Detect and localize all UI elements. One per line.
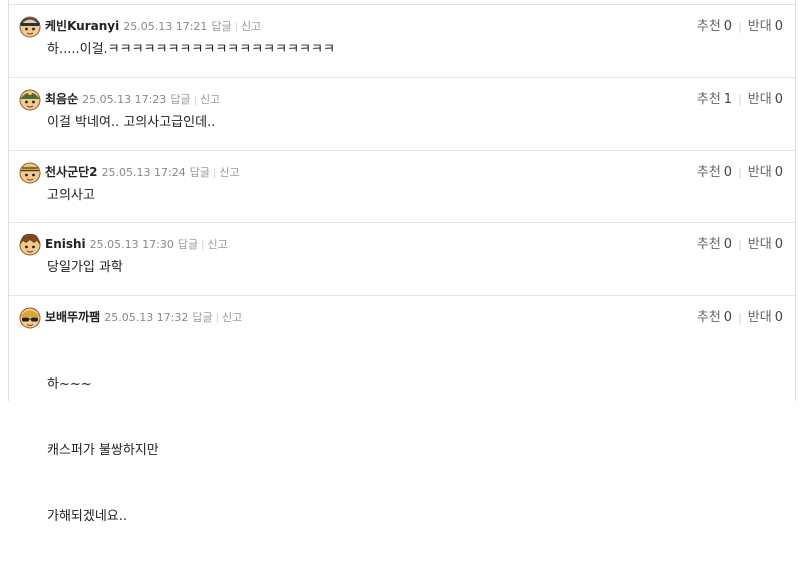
comment-meta: 천사군단2 25.05.13 17:24 답글 | 신고 <box>45 164 240 180</box>
vote-separator: | <box>738 238 742 251</box>
recommend-count: 0 <box>723 165 733 180</box>
comment-body: 이걸 박네여.. 고의사고급인데.. <box>47 112 215 134</box>
recommend-button[interactable]: 추천 0 <box>697 237 732 252</box>
reply-link[interactable]: 답글 <box>170 93 190 106</box>
recommend-label: 추천 <box>696 165 721 180</box>
vote-box: 추천 1 | 반대 0 <box>697 92 783 108</box>
vote-separator: | <box>738 93 742 106</box>
oppose-label: 반대 <box>747 165 772 180</box>
oppose-count: 0 <box>774 92 783 107</box>
oppose-count: 0 <box>774 165 783 180</box>
report-link[interactable]: 신고 <box>207 238 227 251</box>
meta-separator: | <box>193 95 197 106</box>
oppose-button[interactable]: 반대 0 <box>748 92 783 107</box>
recommend-label: 추천 <box>696 92 721 107</box>
comment-item: 최음순 25.05.13 17:23 답글 | 신고 추천 1 | 반대 0 이걸 박네여.. … <box>9 78 795 151</box>
recommend-count: 1 <box>723 92 733 107</box>
comment-meta: 최음순 25.05.13 17:23 답글 | 신고 <box>45 91 220 107</box>
comment-meta: 케빈Kuranyi 25.05.13 17:21 답글 | 신고 <box>45 18 261 34</box>
recommend-label: 추천 <box>696 237 721 252</box>
comment-nickname[interactable]: 보배뚜까팸 <box>45 310 100 324</box>
comment-time: 25.05.13 17:24 <box>101 166 186 179</box>
oppose-count: 0 <box>774 19 783 34</box>
meta-separator: | <box>212 168 217 179</box>
comment-line: 이걸 박네여.. 고의사고급인데.. <box>47 115 216 130</box>
reply-link[interactable]: 답글 <box>192 311 212 324</box>
comment-item: 케빈Kuranyi 25.05.13 17:21 답글 | 신고 추천 0 | 반대 0 하..… <box>9 5 795 78</box>
report-link[interactable]: 신고 <box>219 166 239 179</box>
striped-hat-avatar-icon[interactable] <box>18 160 42 184</box>
comment-body: 고의사고 <box>47 185 95 207</box>
green-cap-avatar-icon[interactable] <box>18 87 42 111</box>
comment-nickname[interactable]: 천사군단2 <box>45 165 98 179</box>
meta-separator: | <box>215 313 220 324</box>
comment-body: 하~~~ 캐스퍼가 불쌍하지만 가해되겠네요.. <box>47 330 159 572</box>
vote-separator: | <box>738 166 742 179</box>
comment-item: 보배뚜까팸 25.05.13 17:32 답글 | 신고 추천 0 | 반대 0 하~~~ 캐스… <box>9 296 795 524</box>
comment-meta: Enishi 25.05.13 17:30 답글 | 신고 <box>45 236 228 252</box>
vote-box: 추천 0 | 반대 0 <box>697 310 783 326</box>
comment-time: 25.05.13 17:21 <box>123 20 208 33</box>
comment-line: 가해되겠네요.. <box>47 509 128 524</box>
report-link[interactable]: 신고 <box>200 93 220 106</box>
recommend-button[interactable]: 추천 0 <box>697 165 732 180</box>
comment-line: 당일가입 과학 <box>47 260 123 275</box>
vote-box: 추천 0 | 반대 0 <box>697 165 783 181</box>
recommend-count: 0 <box>723 237 733 252</box>
comment-line: 고의사고 <box>47 188 95 203</box>
oppose-button[interactable]: 반대 0 <box>748 237 783 252</box>
comment-line: 하.....이걸.ㅋㅋㅋㅋㅋㅋㅋㅋㅋㅋㅋㅋㅋㅋㅋㅋㅋㅋㅋ <box>47 42 335 57</box>
recommend-button[interactable]: 추천 0 <box>697 310 732 325</box>
report-link[interactable]: 신고 <box>241 20 261 33</box>
comment-body: 하.....이걸.ㅋㅋㅋㅋㅋㅋㅋㅋㅋㅋㅋㅋㅋㅋㅋㅋㅋㅋㅋ <box>47 39 335 61</box>
reply-link[interactable]: 답글 <box>211 20 231 33</box>
vote-separator: | <box>738 20 742 33</box>
helmet-avatar-icon[interactable] <box>18 14 42 38</box>
oppose-label: 반대 <box>747 19 772 34</box>
meta-separator: | <box>234 22 239 33</box>
oppose-label: 반대 <box>747 92 772 107</box>
recommend-button[interactable]: 추천 1 <box>697 92 732 107</box>
meta-separator: | <box>201 240 205 251</box>
oppose-count: 0 <box>774 237 783 252</box>
comment-item: Enishi 25.05.13 17:30 답글 | 신고 추천 0 | 반대 0 당일가입 과… <box>9 223 795 296</box>
recommend-label: 추천 <box>696 19 721 34</box>
recommend-count: 0 <box>723 19 733 34</box>
comment-time: 25.05.13 17:30 <box>89 238 174 251</box>
comment-nickname[interactable]: 최음순 <box>45 92 78 106</box>
oppose-label: 반대 <box>747 237 772 252</box>
oppose-button[interactable]: 반대 0 <box>748 165 783 180</box>
sunglasses-avatar-icon[interactable] <box>18 305 42 329</box>
oppose-label: 반대 <box>747 310 772 325</box>
comment-nickname[interactable]: Enishi <box>45 237 86 251</box>
oppose-count: 0 <box>774 310 783 325</box>
comment-time: 25.05.13 17:23 <box>82 93 167 106</box>
reply-link[interactable]: 답글 <box>190 166 210 179</box>
comment-line: 캐스퍼가 불쌍하지만 <box>47 443 159 458</box>
oppose-button[interactable]: 반대 0 <box>748 19 783 34</box>
comment-line: 하~~~ <box>47 377 92 392</box>
report-link[interactable]: 신고 <box>222 311 242 324</box>
vote-box: 추천 0 | 반대 0 <box>697 237 783 253</box>
vote-separator: | <box>738 311 742 324</box>
reply-link[interactable]: 답글 <box>178 238 198 251</box>
oppose-button[interactable]: 반대 0 <box>748 310 783 325</box>
comment-nickname[interactable]: 케빈Kuranyi <box>45 19 119 33</box>
comment-body: 당일가입 과학 <box>47 257 123 279</box>
comment-item: 천사군단2 25.05.13 17:24 답글 | 신고 추천 0 | 반대 0 고의사고 <box>9 151 795 223</box>
recommend-count: 0 <box>723 310 733 325</box>
recommend-button[interactable]: 추천 0 <box>697 19 732 34</box>
comment-meta: 보배뚜까팸 25.05.13 17:32 답글 | 신고 <box>45 309 242 325</box>
recommend-label: 추천 <box>696 310 721 325</box>
comment-time: 25.05.13 17:32 <box>104 311 189 324</box>
vote-box: 추천 0 | 반대 0 <box>697 19 783 35</box>
brown-hair-avatar-icon[interactable] <box>18 232 42 256</box>
